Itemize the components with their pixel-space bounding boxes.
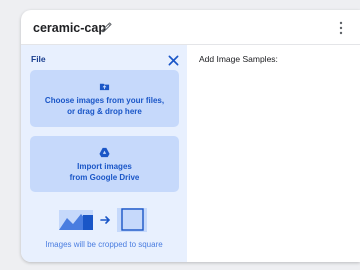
crop-illustration-icon [59,208,147,232]
upload-source-panel: File Choose images from your files, or d… [21,45,187,262]
folder-upload-icon [99,83,110,91]
upload-dialog-card: ceramic-cap File Choose images from your… [21,10,360,262]
crop-note: Images will be cropped to square [45,240,163,249]
dialog-header: ceramic-cap [21,10,360,45]
choose-files-tile[interactable]: Choose images from your files, or drag &… [30,70,179,127]
choose-files-line2: or drag & drop here [67,107,142,116]
more-vert-icon[interactable] [338,21,344,35]
choose-files-line1: Choose images from your files, [44,96,165,105]
samples-title: Add Image Samples: [199,54,278,64]
file-label: File [31,54,46,64]
import-drive-line2: from Google Drive [69,173,140,182]
import-drive-line1: Import images [77,162,132,171]
close-icon[interactable] [168,55,179,66]
google-drive-icon [99,147,110,158]
pencil-icon[interactable] [100,20,114,34]
import-drive-tile[interactable]: Import images from Google Drive [30,136,179,192]
project-title: ceramic-cap [33,21,106,35]
